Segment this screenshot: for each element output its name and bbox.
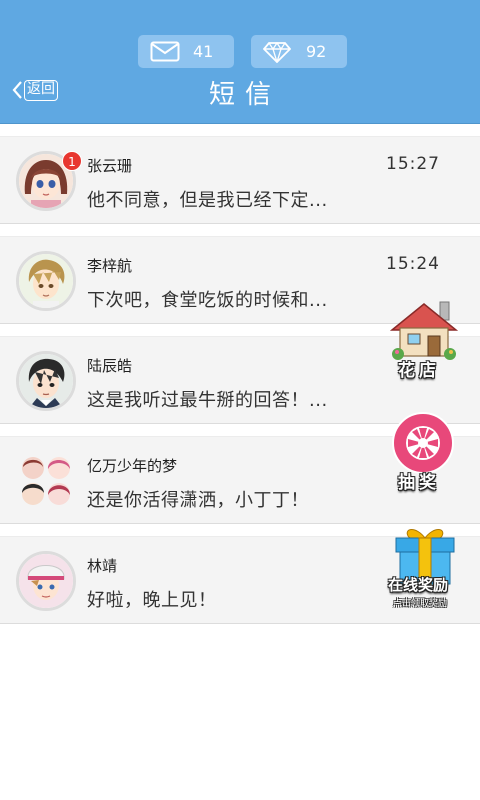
- message-preview: 下次吧，食堂吃饭的时候和...: [87, 290, 328, 311]
- diamond-icon: [263, 41, 291, 63]
- contact-name: 陆辰皓: [87, 357, 133, 375]
- message-preview: 他不同意，但是我已经下定...: [87, 190, 328, 211]
- top-bar: 41 92 返回 短信: [0, 0, 480, 124]
- group-avatar: [20, 455, 72, 507]
- envelope-icon: [150, 41, 180, 62]
- contact-name: 林靖: [87, 557, 118, 575]
- message-time: 15:27: [386, 154, 440, 174]
- mail-counter[interactable]: 41: [138, 35, 234, 68]
- lottery-button[interactable]: 抽奖: [386, 412, 466, 496]
- message-preview: 这是我听过最牛掰的回答！...: [87, 390, 328, 411]
- unread-badge: 1: [62, 151, 82, 171]
- mail-count: 41: [193, 42, 214, 61]
- message-preview: 还是你活得潇洒，小丁丁！: [87, 490, 309, 511]
- house-icon: [389, 301, 459, 360]
- online-reward-button[interactable]: 在线奖励 点击领取奖励: [384, 522, 476, 614]
- contact-name: 张云珊: [87, 157, 133, 175]
- contact-name: 李梓航: [87, 257, 133, 275]
- message-time: 15:24: [386, 254, 440, 274]
- gem-count: 92: [306, 42, 327, 61]
- online-reward-subtitle: 点击领取奖励: [393, 599, 448, 609]
- lottery-label: 抽奖: [398, 473, 440, 493]
- online-reward-label: 在线奖励: [388, 576, 449, 594]
- flower-shop-label: 花店: [398, 361, 440, 381]
- flower-shop-button[interactable]: 花店: [386, 296, 466, 382]
- avatar: [16, 351, 76, 411]
- message-preview: 好啦，晚上见！: [87, 590, 217, 611]
- avatar: [16, 251, 76, 311]
- contact-name: 亿万少年的梦: [87, 457, 178, 475]
- message-row[interactable]: 1 张云珊 15:27 他不同意，但是我已经下定...: [0, 136, 480, 224]
- gem-counter[interactable]: 92: [251, 35, 347, 68]
- page-title: 短信: [208, 80, 281, 110]
- wheel-icon: [392, 412, 454, 474]
- avatar: [16, 551, 76, 611]
